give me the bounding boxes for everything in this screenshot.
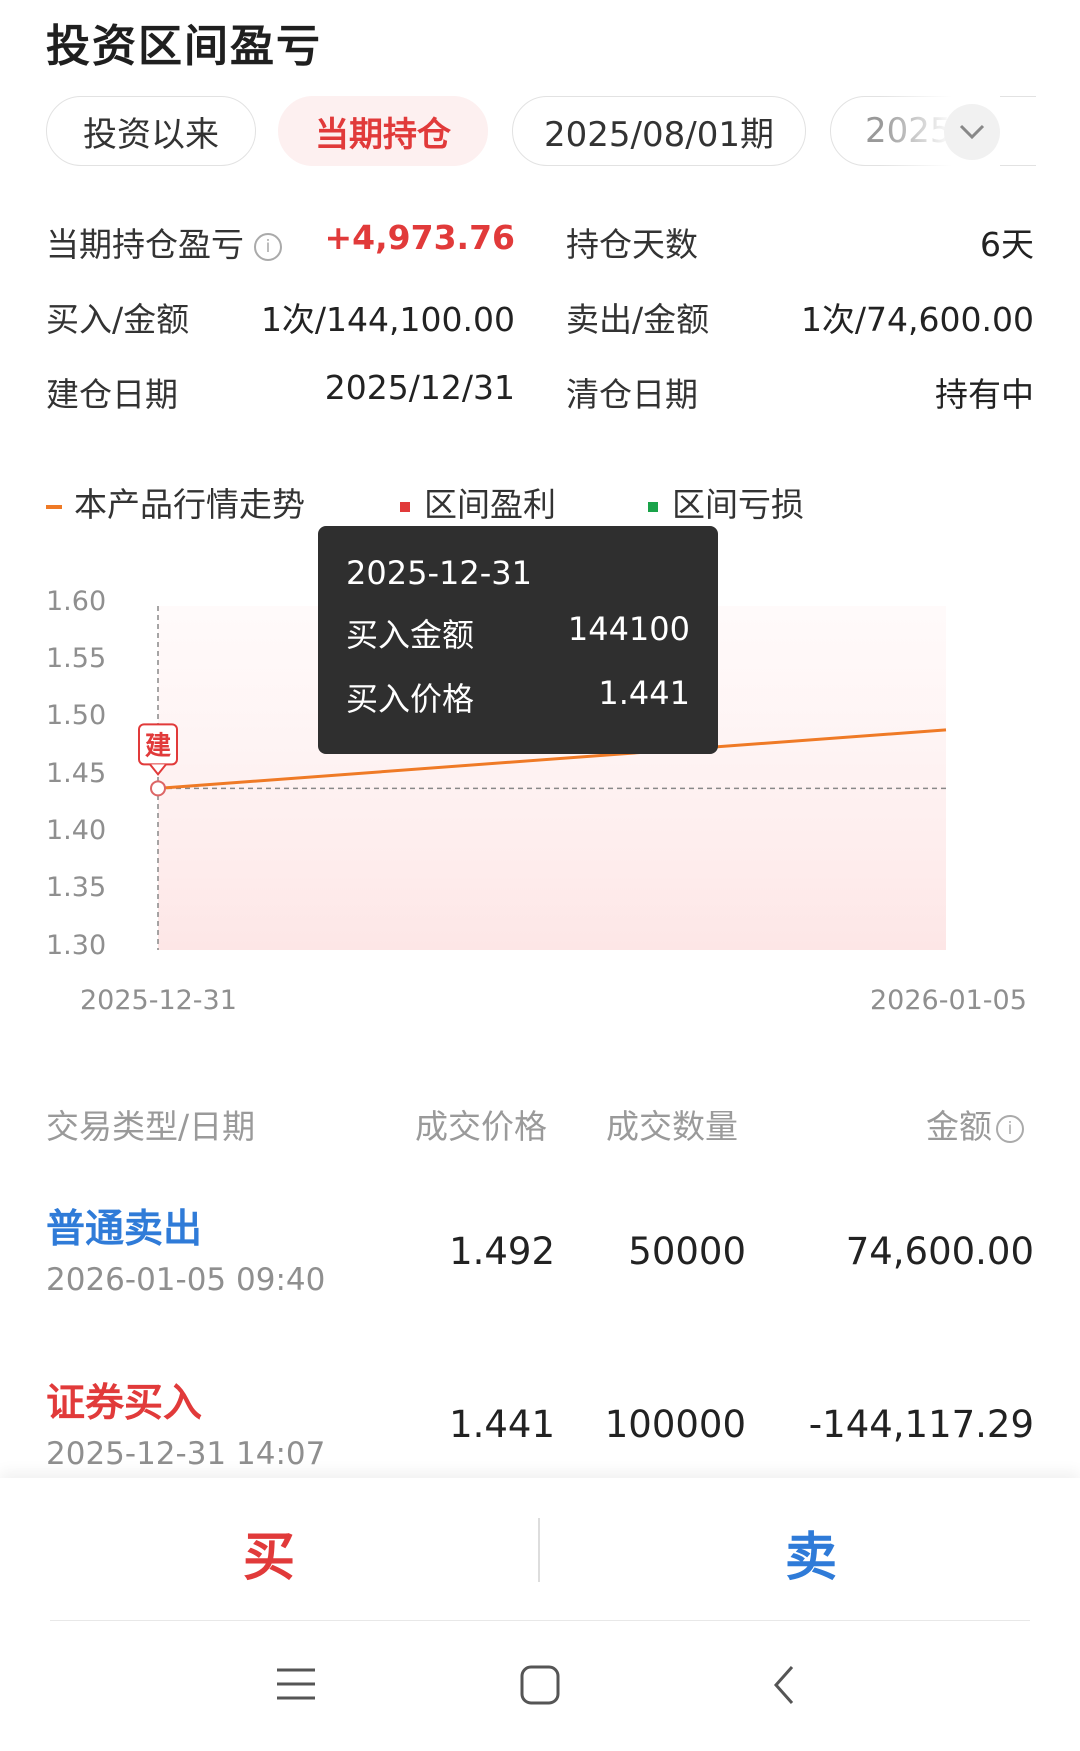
sell-button[interactable]: 卖	[785, 1515, 837, 1590]
buy-point-marker	[150, 780, 166, 797]
action-divider	[538, 1518, 540, 1582]
col-header-price: 成交价格	[415, 1107, 547, 1146]
tooltip-value: 144100	[567, 610, 690, 648]
trade-amount: 74,600.00	[845, 1230, 1034, 1273]
back-icon[interactable]	[770, 1664, 798, 1706]
col-header-type-date: 交易类型/日期	[46, 1107, 256, 1146]
tooltip-label: 买入金额	[346, 616, 475, 654]
buy-button[interactable]: 买	[243, 1515, 295, 1590]
trade-amount: -144,117.29	[808, 1403, 1034, 1446]
trade-price: 1.492	[449, 1230, 555, 1273]
x-tick-label: 2025-12-31	[80, 985, 237, 1016]
bottom-action-bar	[0, 1478, 1080, 1751]
nav-divider	[50, 1620, 1030, 1621]
trade-qty: 50000	[628, 1230, 746, 1273]
menu-icon[interactable]	[275, 1666, 317, 1702]
trade-price: 1.441	[449, 1403, 555, 1446]
tooltip-row: 买入价格 1.441	[346, 674, 690, 720]
trade-type: 普通卖出	[46, 1207, 203, 1252]
build-marker-label: 建	[145, 731, 171, 761]
col-header-amount-label: 金额	[926, 1107, 992, 1146]
price-chart[interactable]: 建	[0, 0, 1080, 1000]
trade-date: 2026-01-05 09:40	[46, 1262, 326, 1298]
home-icon[interactable]	[519, 1664, 561, 1706]
col-header-amount: 金额 i	[926, 1100, 1024, 1148]
tooltip-date: 2025-12-31	[346, 554, 532, 592]
trade-type: 证券买入	[46, 1381, 203, 1426]
trade-qty: 100000	[604, 1403, 746, 1446]
col-header-qty: 成交数量	[606, 1107, 738, 1146]
trade-date: 2025-12-31 14:07	[46, 1436, 326, 1472]
info-icon[interactable]: i	[996, 1114, 1024, 1143]
tooltip-row: 买入金额 144100	[346, 610, 690, 656]
tooltip-label: 买入价格	[346, 680, 475, 718]
chart-tooltip: 2025-12-31 买入金额 144100 买入价格 1.441	[318, 526, 718, 754]
x-tick-label: 2026-01-05	[870, 985, 1027, 1016]
tooltip-value: 1.441	[598, 674, 690, 712]
